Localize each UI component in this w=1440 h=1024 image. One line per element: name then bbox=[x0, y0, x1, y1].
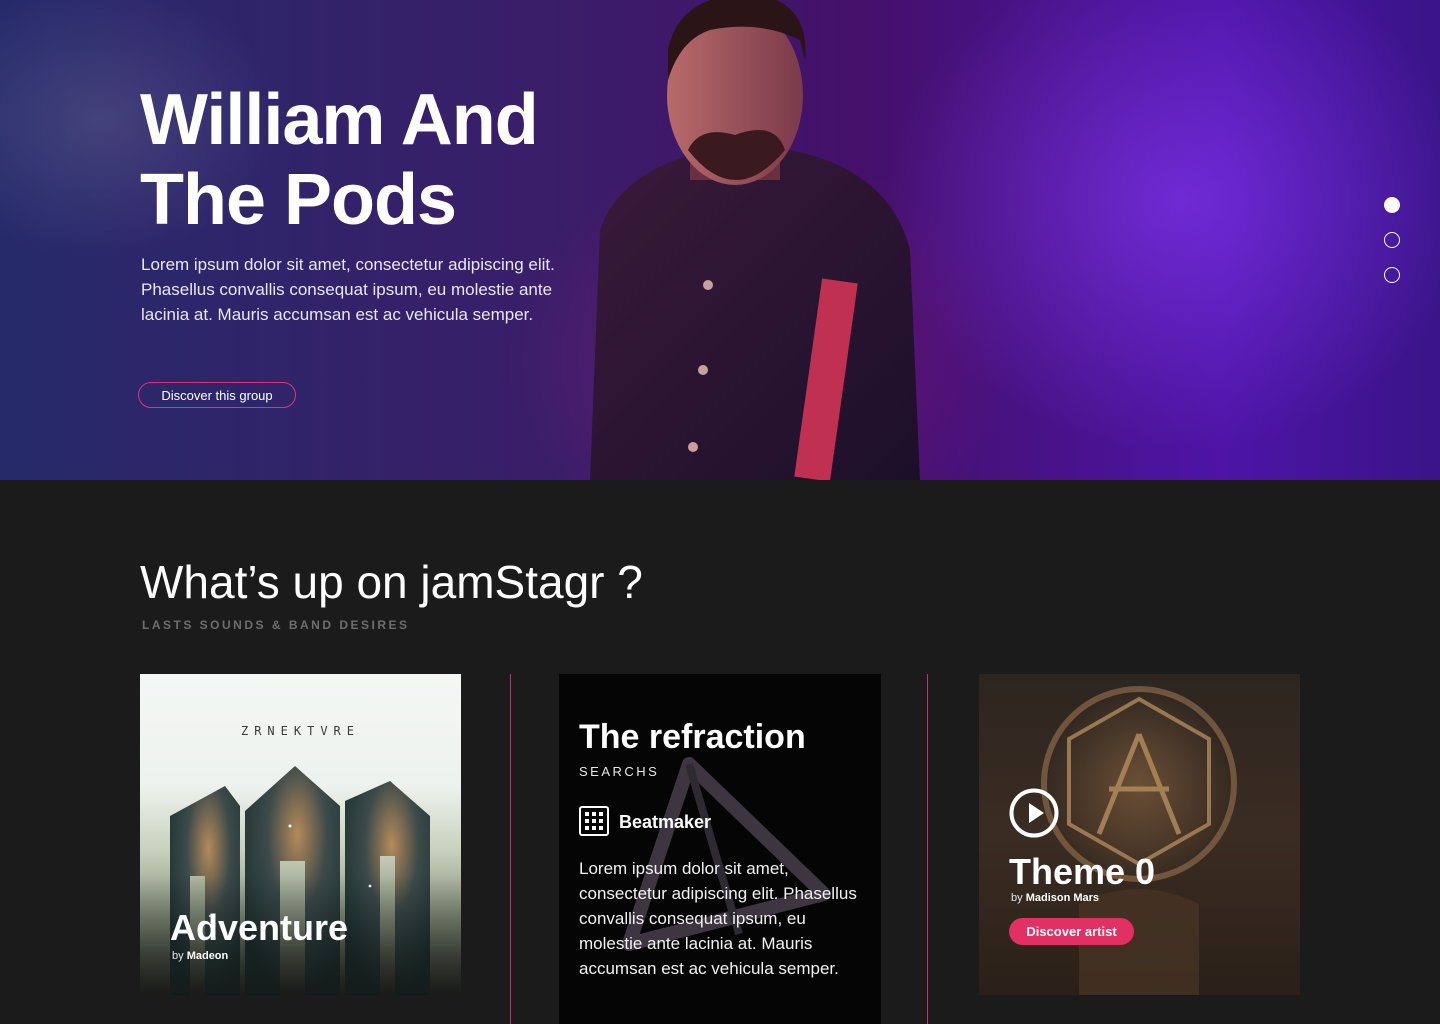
card-title: The refraction bbox=[579, 718, 806, 756]
card-title: Adventure bbox=[170, 907, 349, 948]
hero-description: Lorem ipsum dolor sit amet, consectetur … bbox=[141, 255, 555, 324]
discover-artist-button[interactable]: Discover artist bbox=[1009, 918, 1134, 945]
slider-pagination bbox=[1384, 197, 1400, 302]
slide-dot-3[interactable] bbox=[1384, 267, 1400, 283]
artist-name[interactable]: Madison Mars bbox=[1026, 892, 1099, 904]
play-circle-icon[interactable] bbox=[1009, 788, 1059, 838]
column-divider bbox=[927, 674, 928, 1024]
hero-banner: William And The Pods Lorem ipsum dolor s… bbox=[0, 0, 1440, 480]
slide-dot-2[interactable] bbox=[1384, 232, 1400, 248]
by-label: by bbox=[1011, 892, 1023, 904]
hero-title-line-2: The Pods bbox=[140, 160, 457, 240]
slide-dot-1[interactable] bbox=[1384, 197, 1400, 213]
by-label: by bbox=[172, 950, 184, 962]
hero-artist-photo bbox=[590, 0, 920, 480]
discover-group-button[interactable]: Discover this group bbox=[138, 382, 296, 408]
card-title: Theme 0 bbox=[1009, 851, 1156, 892]
section-title: What’s up on jamStagr ? bbox=[140, 556, 643, 608]
album-cover-art bbox=[1041, 686, 1237, 995]
hero-title: William And The Pods bbox=[140, 80, 660, 240]
card-artist: by Madison Mars bbox=[1011, 892, 1099, 904]
album-card-adventure[interactable]: ZRNEKTVRE Adventure by Madeon bbox=[140, 674, 461, 995]
hero-title-line-1: William And bbox=[140, 80, 539, 160]
search-card-refraction[interactable]: The refraction SEARCHS Beatmaker Lorem i… bbox=[559, 674, 881, 1024]
card-artist: by Madeon bbox=[172, 950, 228, 962]
grid-icon bbox=[579, 806, 609, 836]
album-logo: ZRNEKTVRE bbox=[240, 724, 361, 738]
column-divider bbox=[510, 674, 511, 1024]
section-subtitle: LASTS SOUNDS & BAND DESIRES bbox=[142, 618, 410, 632]
card-description: Lorem ipsum dolor sit amet, consectetur … bbox=[579, 859, 857, 978]
role-badge: Beatmaker bbox=[619, 812, 712, 832]
artist-name[interactable]: Madeon bbox=[187, 950, 229, 962]
card-subtitle: SEARCHS bbox=[579, 764, 660, 779]
album-card-theme-0[interactable]: Theme 0 by Madison Mars Discover artist bbox=[979, 674, 1300, 995]
